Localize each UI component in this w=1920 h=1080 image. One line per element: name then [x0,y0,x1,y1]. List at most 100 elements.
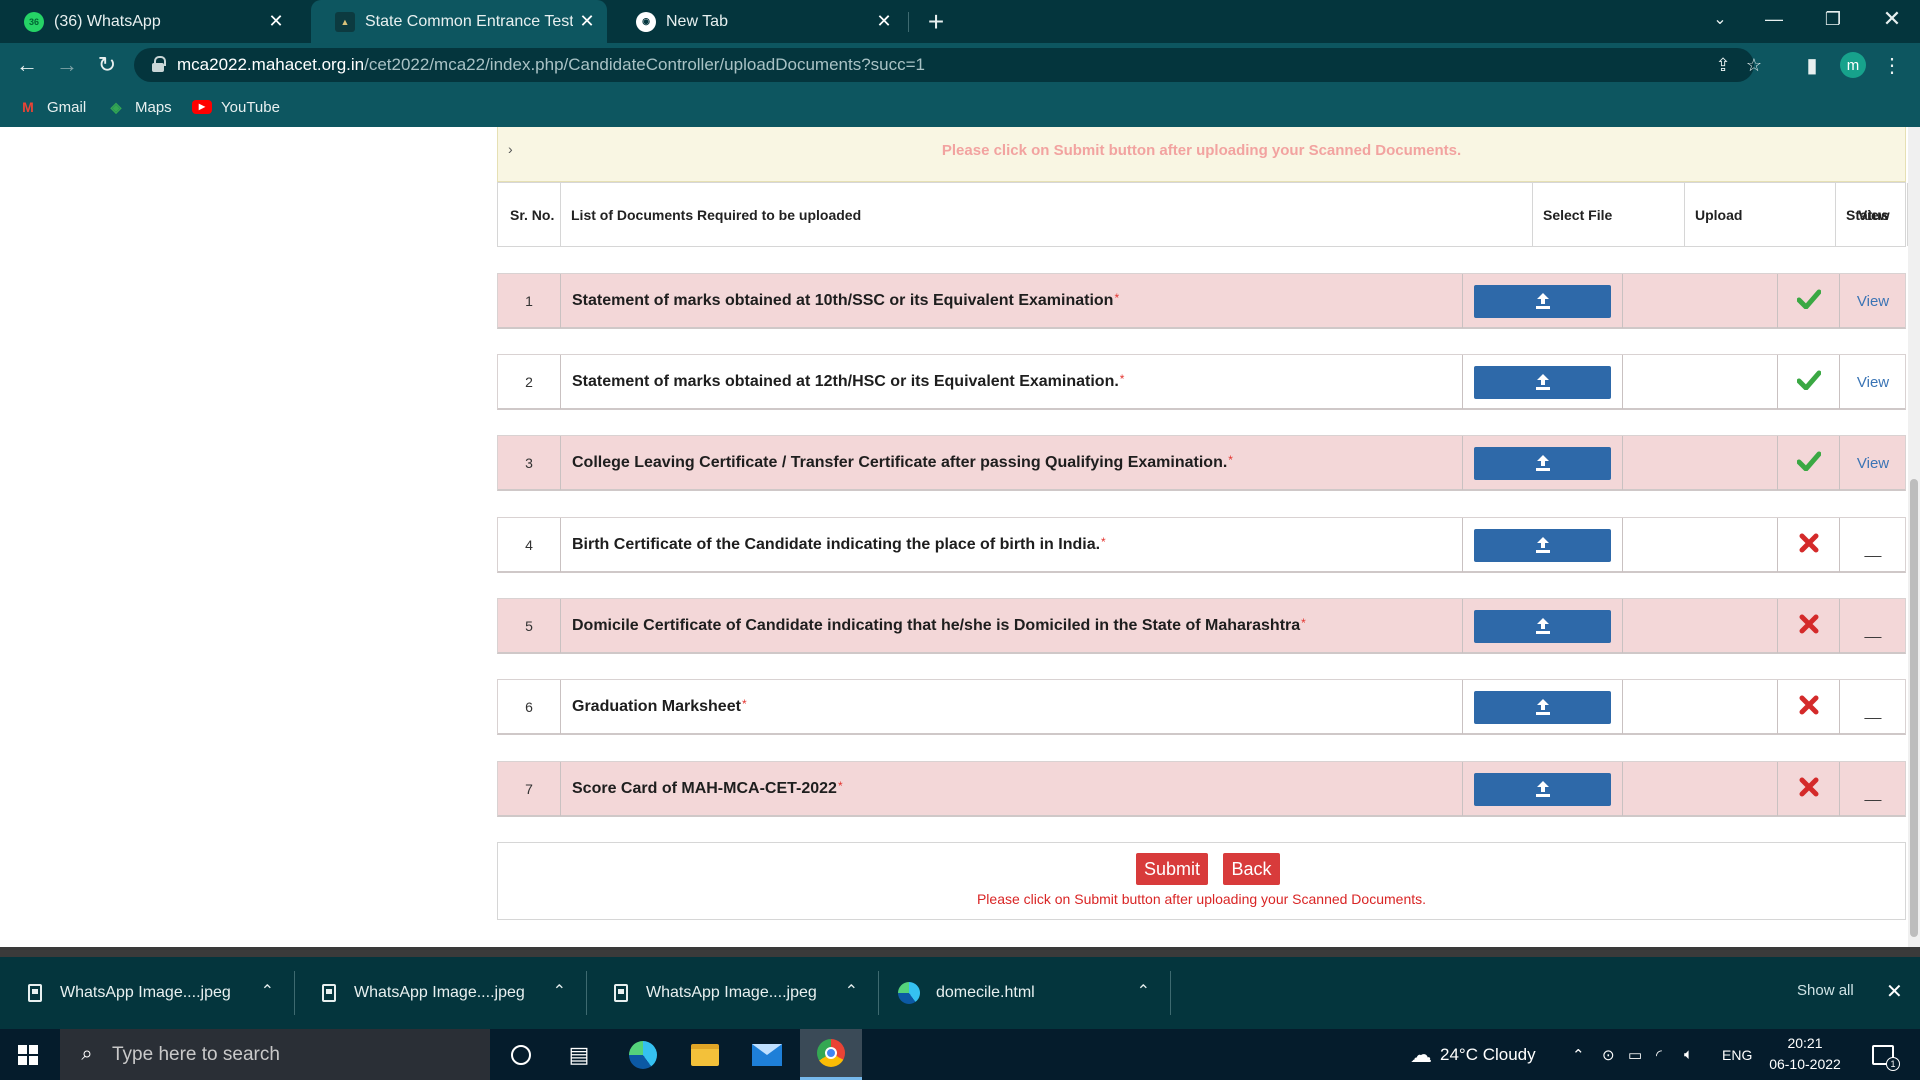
bookmarks-bar: M Gmail ◈ Maps ▶ YouTube [0,87,1920,127]
notification-center-icon[interactable]: 1 [1872,1029,1900,1080]
chrome-taskbar-icon[interactable] [800,1029,862,1080]
meet-now-icon[interactable]: ⊙ [1602,1029,1615,1080]
view-cell: View [1840,274,1906,328]
select-file-button[interactable] [1474,365,1611,399]
avatar[interactable]: m [1840,52,1866,78]
address-bar[interactable]: mca2022.mahacet.org.in/cet2022/mca22/ind… [134,48,1762,82]
select-file-button[interactable] [1474,284,1611,318]
view-link[interactable]: View [1857,455,1889,472]
weather-widget[interactable]: ☁ 24°C Cloudy [1410,1029,1536,1080]
required-asterisk: * [1228,453,1233,467]
status-cell [1778,355,1840,409]
view-placeholder: __ [1864,702,1882,720]
document-label: Domicile Certificate of Candidate indica… [572,617,1301,634]
submit-button[interactable]: Submit [1136,853,1208,885]
view-cell: __ [1840,518,1906,572]
show-hidden-icons[interactable]: ⌃ [1572,1029,1585,1080]
file-explorer-icon[interactable] [674,1029,736,1080]
header-view: View [1858,206,1890,223]
search-placeholder: Type here to search [112,1043,280,1065]
clock[interactable]: 20:21 06-10-2022 [1760,1033,1850,1075]
restore-icon[interactable]: ❐ [1805,0,1861,38]
row-number: 1 [498,274,561,328]
download-item[interactable]: WhatsApp Image....jpeg ⌃ [586,957,878,1029]
chevron-up-icon[interactable]: ⌃ [553,981,566,1001]
close-icon[interactable]: ✕ [1886,979,1903,1004]
download-filename: WhatsApp Image....jpeg [354,984,525,1001]
table-row: 5 Domicile Certificate of Candidate indic… [497,598,1906,654]
side-panel-icon[interactable]: ▮ [1796,49,1828,81]
status-cell [1778,680,1840,734]
status-cell [1778,599,1840,653]
tab-new-tab[interactable]: ◉ New Tab ✕ [612,0,908,43]
upload-icon [1534,617,1552,635]
select-file-button[interactable] [1474,690,1611,724]
document-name: Statement of marks obtained at 12th/HSC … [561,355,1463,409]
reload-icon[interactable]: ↻ [91,49,123,81]
select-file-cell [1463,680,1623,734]
select-file-cell [1463,436,1623,490]
bookmark-maps[interactable]: ◈ Maps [106,95,172,119]
taskbar-search[interactable]: ⌕ Type here to search [60,1029,490,1080]
bookmark-label: YouTube [221,98,280,116]
document-label: Statement of marks obtained at 12th/HSC … [572,373,1119,390]
battery-icon[interactable]: ▭ [1628,1029,1642,1080]
youtube-icon: ▶ [192,99,212,115]
view-link[interactable]: View [1857,374,1889,391]
cortana-icon[interactable] [490,1029,552,1080]
cross-icon [1799,614,1819,639]
menu-kebab-icon[interactable]: ⋮ [1876,49,1908,81]
windows-start-icon[interactable] [18,1045,38,1065]
volume-icon[interactable]: 🔈︎ [1684,1029,1693,1080]
edge-icon[interactable] [612,1029,674,1080]
back-arrow-icon[interactable]: ← [11,49,43,81]
close-tab-icon[interactable]: ✕ [573,8,601,36]
upload-cell [1623,518,1778,572]
minimize-icon[interactable]: — [1746,0,1802,38]
download-item[interactable]: domecile.html ⌃ [878,957,1170,1029]
file-icon [322,984,336,1002]
new-tab-button[interactable]: + [920,6,952,38]
select-file-button[interactable] [1474,609,1611,643]
chevron-up-icon[interactable]: ⌃ [261,981,274,1001]
back-button[interactable]: Back [1223,853,1280,885]
required-asterisk: * [837,779,843,793]
bookmark-youtube[interactable]: ▶ YouTube [192,95,280,119]
search-icon: ⌕ [81,1043,93,1065]
select-file-button[interactable] [1474,446,1611,480]
tab-title: (36) WhatsApp [54,12,161,30]
language-indicator[interactable]: ENG [1722,1029,1752,1080]
select-file-button[interactable] [1474,772,1611,806]
select-file-cell [1463,599,1623,653]
task-view-icon[interactable]: ▤ [548,1029,610,1080]
select-file-button[interactable] [1474,528,1611,562]
table-row: 3 College Leaving Certificate / Transfer … [497,435,1906,491]
show-all-downloads-link[interactable]: Show all [1797,982,1854,999]
check-icon [1796,451,1821,476]
chevron-up-icon[interactable]: ⌃ [845,981,858,1001]
tab-whatsapp[interactable]: 36 (36) WhatsApp ✕ [0,0,300,43]
view-link[interactable]: View [1857,293,1889,310]
document-label: College Leaving Certificate / Transfer C… [572,454,1228,471]
download-item[interactable]: WhatsApp Image....jpeg ⌃ [0,957,294,1029]
share-icon[interactable]: ⇪ [1710,52,1736,78]
divider [1170,971,1171,1015]
close-window-icon[interactable]: ✕ [1864,0,1920,38]
scrollbar-thumb[interactable] [1910,479,1918,937]
close-tab-icon[interactable]: ✕ [870,8,898,36]
bookmark-star-icon[interactable]: ☆ [1741,52,1767,78]
chevron-up-icon[interactable]: ⌃ [1137,981,1150,1001]
wifi-icon[interactable]: ◜ [1656,1029,1662,1080]
tab-cet-cell[interactable]: ▲ State Common Entrance Test Cell ✕ [311,0,607,43]
status-cell [1778,274,1840,328]
status-cell [1778,518,1840,572]
bookmark-gmail[interactable]: M Gmail [18,95,86,119]
header-sr-no: Sr. No. [498,183,561,246]
close-tab-icon[interactable]: ✕ [262,8,290,36]
tab-search-icon[interactable]: ⌄ [1692,0,1748,38]
toolbar: ← → ↻ mca2022.mahacet.org.in/cet2022/mca… [0,43,1920,87]
mail-icon[interactable] [736,1029,798,1080]
forward-arrow-icon[interactable]: → [51,49,83,81]
vertical-scrollbar[interactable] [1908,127,1920,947]
download-item[interactable]: WhatsApp Image....jpeg ⌃ [294,957,586,1029]
